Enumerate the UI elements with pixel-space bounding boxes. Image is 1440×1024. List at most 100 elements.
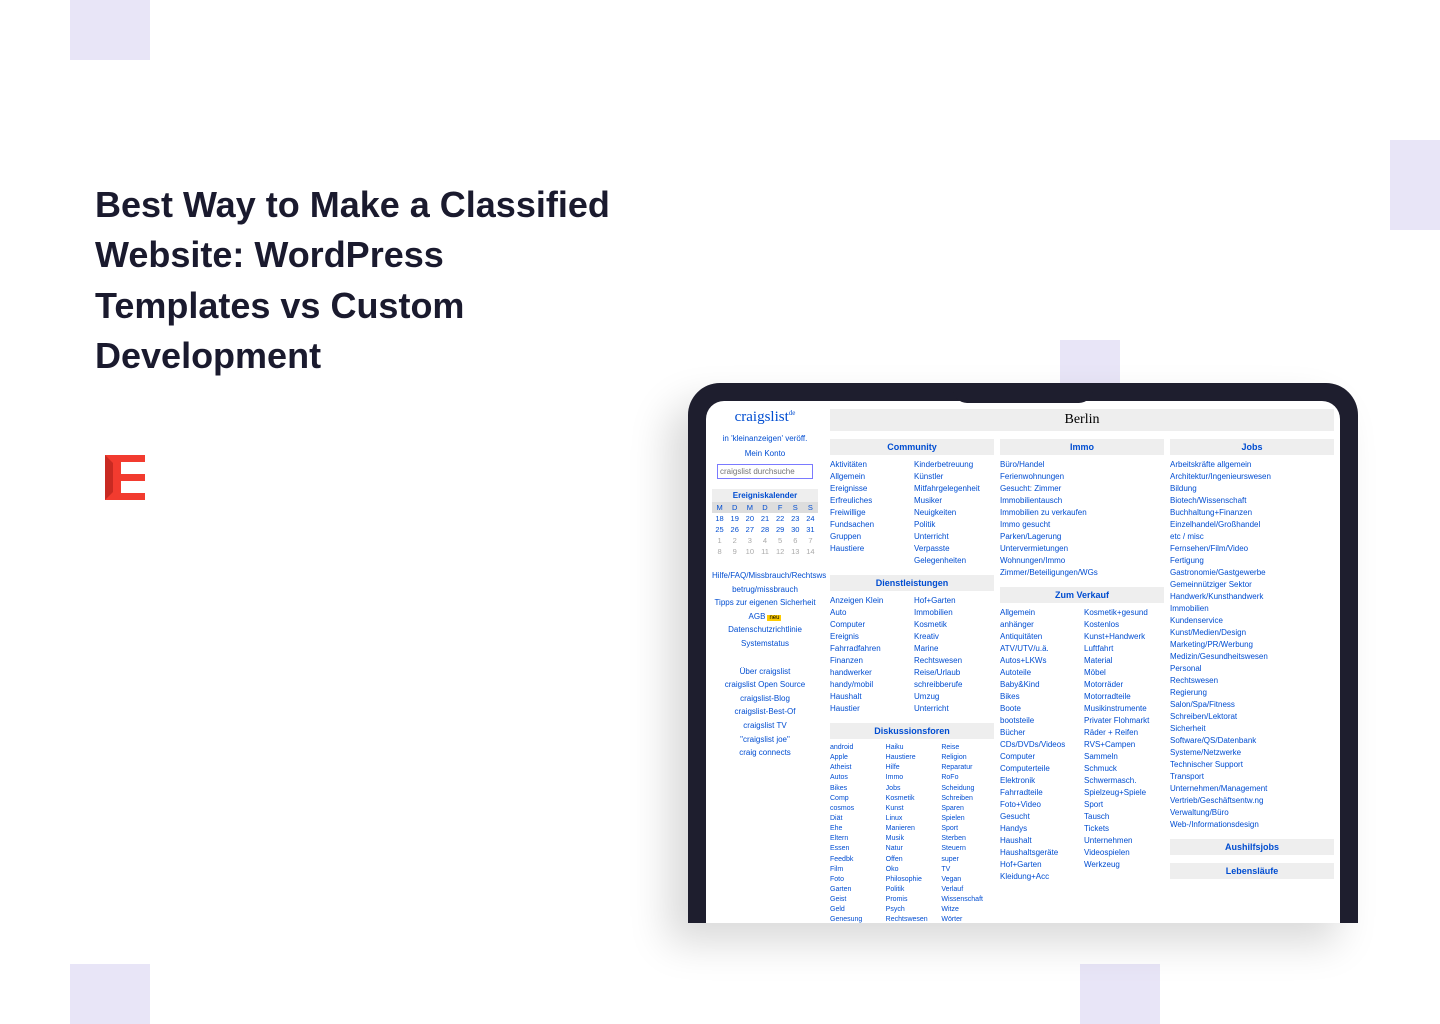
category-link[interactable]: Kosmetik+gesund [1084, 607, 1164, 619]
category-link[interactable]: Vertrieb/Geschäftsentw.ng [1170, 795, 1334, 807]
category-link[interactable]: CDs/DVDs/Videos [1000, 739, 1080, 751]
category-link[interactable]: Sicherheit [1170, 723, 1334, 735]
category-link[interactable]: Systeme/Netzwerke [1170, 747, 1334, 759]
forum-link[interactable]: Scheidung [941, 784, 994, 794]
forum-link[interactable]: Kunst [886, 804, 939, 814]
category-link[interactable]: Ereignisse [830, 483, 910, 495]
category-link[interactable]: Gesucht: Zimmer [1000, 483, 1164, 495]
category-link[interactable]: Räder + Reifen [1084, 727, 1164, 739]
category-link[interactable]: Material [1084, 655, 1164, 667]
category-link[interactable]: Zimmer/Beteiligungen/WGs [1000, 567, 1164, 579]
category-link[interactable]: Rechtswesen [914, 655, 994, 667]
category-link[interactable]: Haushalt [1000, 835, 1080, 847]
forum-link[interactable]: cosmos [830, 804, 883, 814]
sidebar-link[interactable]: Datenschutzrichtlinie [712, 623, 818, 637]
forum-link[interactable]: Hilfe [886, 763, 939, 773]
category-link[interactable]: Einzelhandel/Großhandel [1170, 519, 1334, 531]
category-link[interactable]: Rechtswesen [1170, 675, 1334, 687]
category-link[interactable]: Sport [1084, 799, 1164, 811]
category-link[interactable]: Bildung [1170, 483, 1334, 495]
category-link[interactable]: Möbel [1084, 667, 1164, 679]
category-link[interactable]: Untervermietungen [1000, 543, 1164, 555]
forum-link[interactable]: Haiku [886, 743, 939, 753]
cl-post-link[interactable]: in 'kleinanzeigen' veröff. [712, 434, 818, 443]
calendar-day[interactable]: 2 [727, 535, 742, 546]
forum-link[interactable]: Jobs [886, 784, 939, 794]
category-link[interactable]: Allgemein [830, 471, 910, 483]
forum-link[interactable]: Wörter [941, 915, 994, 923]
forum-link[interactable]: Reise [941, 743, 994, 753]
category-link[interactable]: Motorräder [1084, 679, 1164, 691]
category-link[interactable]: Unternehmen [1084, 835, 1164, 847]
category-link[interactable]: Wohnungen/Immo [1000, 555, 1164, 567]
calendar-day[interactable]: 27 [742, 524, 757, 535]
category-link[interactable]: ATV/UTV/u.ä. [1000, 643, 1080, 655]
category-link[interactable]: Handwerk/Kunsthandwerk [1170, 591, 1334, 603]
category-link[interactable]: Aktivitäten [830, 459, 910, 471]
category-link[interactable]: Schwermasch. [1084, 775, 1164, 787]
forum-link[interactable]: Geist [830, 895, 883, 905]
category-link[interactable]: Immobilientausch [1000, 495, 1164, 507]
category-link[interactable]: bootsteile [1000, 715, 1080, 727]
category-link[interactable]: Sammeln [1084, 751, 1164, 763]
forum-link[interactable]: Natur [886, 844, 939, 854]
section-services[interactable]: Dienstleistungen [830, 575, 994, 591]
category-link[interactable]: Transport [1170, 771, 1334, 783]
category-link[interactable]: Parken/Lagerung [1000, 531, 1164, 543]
category-link[interactable]: Kostenlos [1084, 619, 1164, 631]
sidebar-link[interactable]: craigslist TV [712, 719, 818, 733]
category-link[interactable]: Umzug [914, 691, 994, 703]
category-link[interactable]: Gemeinnütziger Sektor [1170, 579, 1334, 591]
forum-link[interactable]: Sport [941, 824, 994, 834]
category-link[interactable]: Personal [1170, 663, 1334, 675]
search-input[interactable] [717, 464, 813, 479]
category-link[interactable]: RVS+Campen [1084, 739, 1164, 751]
forum-link[interactable]: Atheist [830, 763, 883, 773]
category-link[interactable]: Bücher [1000, 727, 1080, 739]
category-link[interactable]: Haustier [830, 703, 910, 715]
forum-link[interactable]: Garten [830, 885, 883, 895]
calendar-day[interactable]: 14 [803, 546, 818, 557]
forum-link[interactable]: Steuern [941, 844, 994, 854]
forum-link[interactable]: Sparen [941, 804, 994, 814]
forum-link[interactable]: Foto [830, 875, 883, 885]
category-link[interactable]: Tausch [1084, 811, 1164, 823]
category-link[interactable]: Autoteile [1000, 667, 1080, 679]
forum-link[interactable]: Promis [886, 895, 939, 905]
category-link[interactable]: Immobilien [1170, 603, 1334, 615]
forum-link[interactable]: Linux [886, 814, 939, 824]
category-link[interactable]: Luftfahrt [1084, 643, 1164, 655]
sidebar-link[interactable]: Hilfe/FAQ/Missbrauch/Rechtsws [712, 569, 818, 583]
calendar-day[interactable]: 13 [788, 546, 803, 557]
category-link[interactable]: Software/QS/Datenbank [1170, 735, 1334, 747]
calendar-day[interactable]: 10 [742, 546, 757, 557]
forum-link[interactable]: RoFo [941, 773, 994, 783]
category-link[interactable]: Ferienwohnungen [1000, 471, 1164, 483]
sidebar-link[interactable]: AGBneu [712, 610, 818, 624]
sidebar-link[interactable]: craigslist-Blog [712, 692, 818, 706]
forum-link[interactable]: Apple [830, 753, 883, 763]
cl-logo[interactable]: craigslistde [712, 409, 818, 426]
forum-link[interactable]: Philosophie [886, 875, 939, 885]
calendar-day[interactable]: 30 [788, 524, 803, 535]
sidebar-link[interactable]: Systemstatus [712, 637, 818, 651]
calendar-day[interactable]: 19 [727, 513, 742, 524]
section-gigs[interactable]: Aushilfsjobs [1170, 839, 1334, 855]
category-link[interactable]: Schmuck [1084, 763, 1164, 775]
forum-link[interactable]: TV [941, 865, 994, 875]
category-link[interactable]: Arbeitskräfte allgemein [1170, 459, 1334, 471]
category-link[interactable]: Hof+Garten [914, 595, 994, 607]
category-link[interactable]: Privater Flohmarkt [1084, 715, 1164, 727]
category-link[interactable]: Reise/Urlaub [914, 667, 994, 679]
category-link[interactable]: Gelegenheiten [914, 555, 994, 567]
forum-link[interactable]: Genesung [830, 915, 883, 923]
section-community[interactable]: Community [830, 439, 994, 455]
calendar-day[interactable]: 24 [803, 513, 818, 524]
forum-link[interactable]: Kosmetik [886, 794, 939, 804]
sidebar-link[interactable]: Tipps zur eigenen Sicherheit [712, 596, 818, 610]
category-link[interactable]: Büro/Handel [1000, 459, 1164, 471]
forum-link[interactable]: Essen [830, 844, 883, 854]
calendar-day[interactable]: 29 [773, 524, 788, 535]
forum-link[interactable]: Sterben [941, 834, 994, 844]
calendar-day[interactable]: 28 [757, 524, 772, 535]
